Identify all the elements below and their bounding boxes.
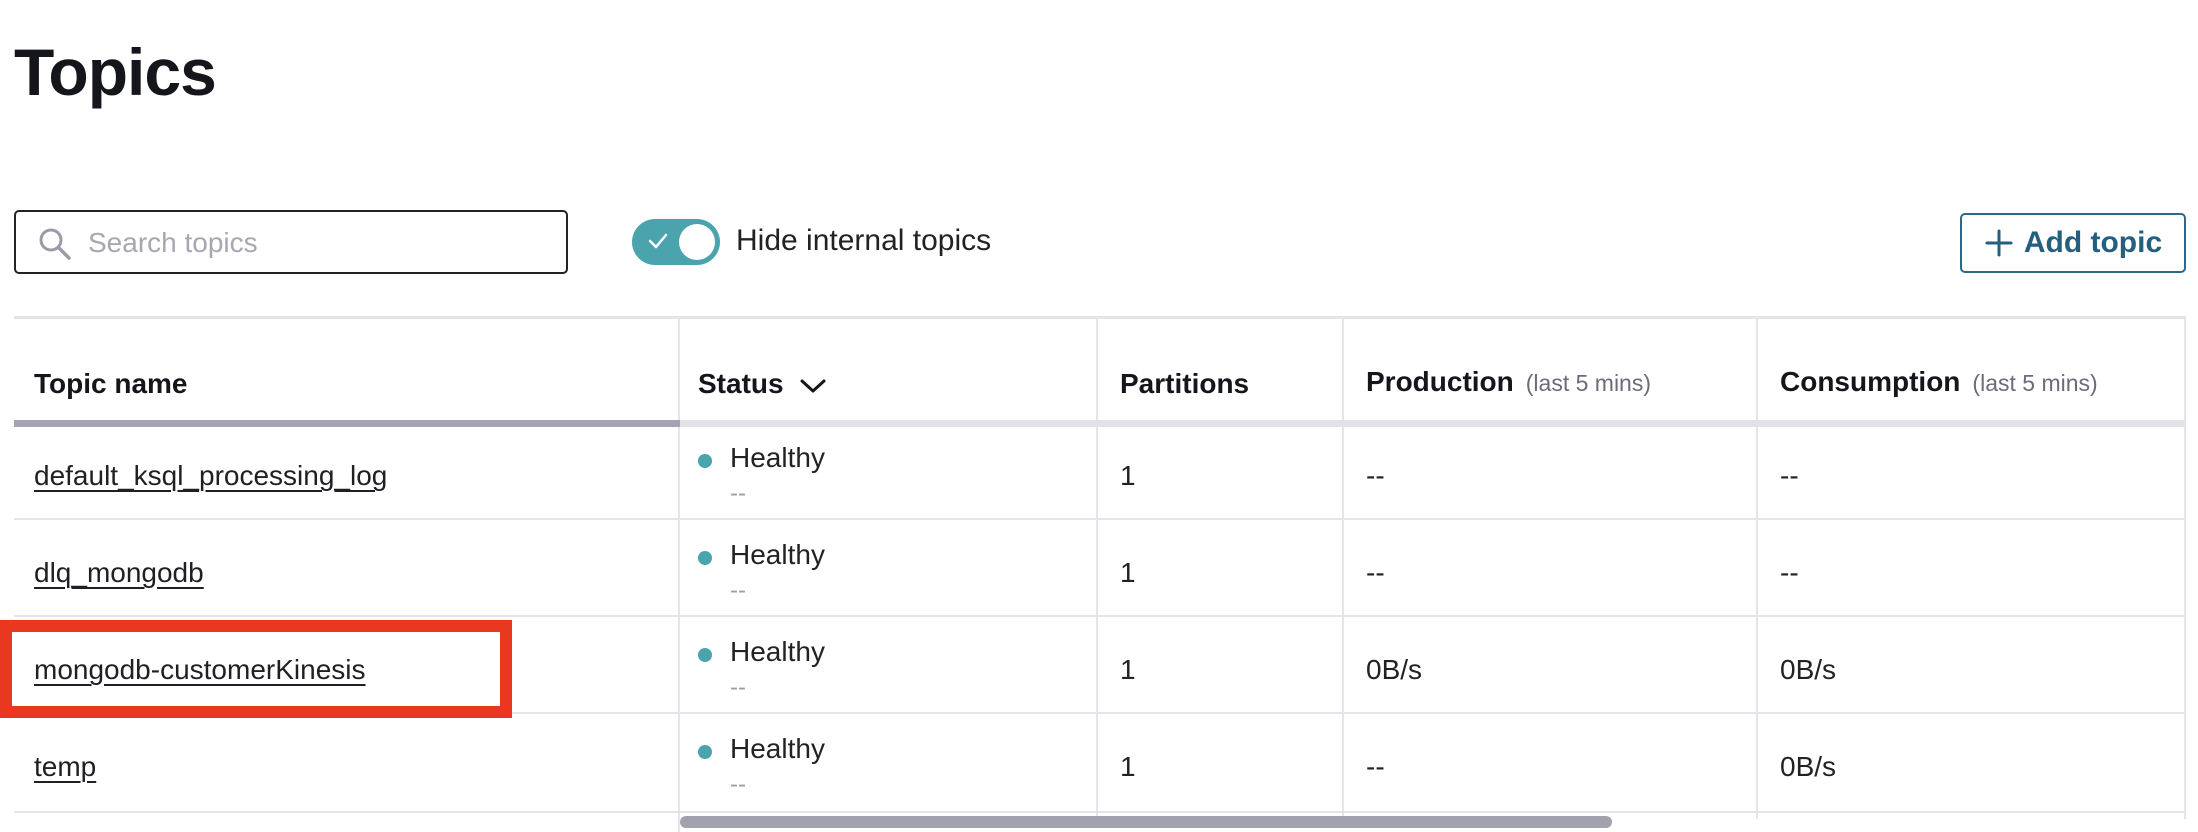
highlight-box (0, 620, 512, 718)
status-subtext: -- (730, 674, 746, 701)
status-subtext: -- (730, 577, 746, 604)
consumption-value: 0B/s (1780, 751, 1837, 782)
status-dot (698, 551, 712, 565)
column-header-topic-name[interactable]: Topic name (34, 368, 188, 400)
search-icon (39, 228, 71, 260)
toggle-knob (679, 224, 715, 260)
check-icon (648, 233, 668, 249)
production-value: -- (1366, 751, 1385, 782)
header-underline-sorted (14, 420, 680, 427)
column-header-consumption[interactable]: Consumption (last 5 mins) (1780, 366, 2098, 398)
production-value: -- (1366, 557, 1385, 588)
topic-link[interactable]: default_ksql_processing_log (34, 460, 387, 491)
add-topic-label: Add topic (2023, 226, 2163, 259)
header-underline (680, 420, 2186, 427)
column-header-status[interactable]: Status (698, 368, 828, 400)
partitions-value: 1 (1120, 654, 1136, 685)
status-text: Healthy (730, 636, 825, 667)
status-dot (698, 745, 712, 759)
status-dot (698, 648, 712, 662)
consumption-value: -- (1780, 557, 1799, 588)
production-value: -- (1366, 460, 1385, 491)
topics-table: Topic name Status Partitions Production(… (14, 316, 2186, 832)
status-text: Healthy (730, 733, 825, 764)
add-topic-button[interactable]: Add topic (1960, 213, 2186, 273)
page-title: Topics (14, 35, 217, 109)
search-topics-field[interactable] (14, 210, 568, 274)
column-header-production[interactable]: Production (last 5 mins) (1366, 366, 1651, 398)
topic-link[interactable]: temp (34, 751, 96, 782)
consumption-value: -- (1780, 460, 1799, 491)
partitions-value: 1 (1120, 460, 1136, 491)
column-divider (2184, 319, 2186, 819)
row-divider (14, 811, 2186, 813)
horizontal-scrollbar[interactable] (680, 816, 1612, 828)
status-subtext: -- (730, 480, 746, 507)
table-row[interactable]: default_ksql_processing_log (34, 460, 387, 492)
partitions-value: 1 (1120, 557, 1136, 588)
consumption-value: 0B/s (1780, 654, 1837, 685)
chevron-down-icon (800, 379, 826, 393)
table-top-rule (14, 316, 2186, 319)
hide-internal-topics-toggle[interactable] (632, 219, 720, 265)
status-text: Healthy (730, 442, 825, 473)
row-divider (14, 615, 2186, 617)
hide-internal-topics-label: Hide internal topics (736, 224, 992, 257)
plus-icon (1985, 229, 2013, 257)
column-divider (1342, 319, 1344, 819)
search-input[interactable] (86, 220, 560, 266)
table-row[interactable]: dlq_mongodb (34, 557, 204, 589)
partitions-value: 1 (1120, 751, 1136, 782)
status-subtext: -- (730, 771, 746, 798)
row-divider (14, 518, 2186, 520)
table-row[interactable]: temp (34, 751, 96, 783)
status-dot (698, 454, 712, 468)
status-text: Healthy (730, 539, 825, 570)
topic-link[interactable]: dlq_mongodb (34, 557, 204, 588)
column-divider (678, 319, 680, 832)
production-value: 0B/s (1366, 654, 1423, 685)
column-header-partitions[interactable]: Partitions (1120, 368, 1249, 400)
column-divider (1096, 319, 1098, 819)
column-divider (1756, 319, 1758, 819)
